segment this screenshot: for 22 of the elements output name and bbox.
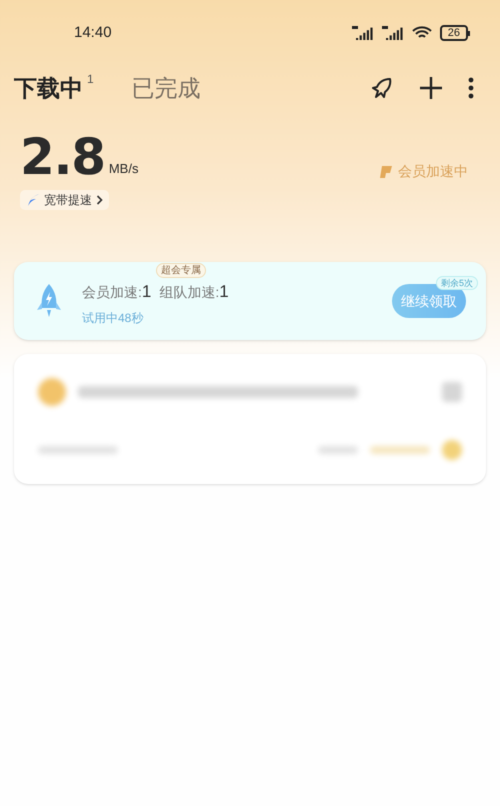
- broadband-boost-link[interactable]: 宽带提速: [20, 190, 109, 210]
- vip-boost-count: 1: [142, 281, 152, 304]
- add-icon[interactable]: [420, 77, 442, 99]
- chevron-right-icon: [96, 195, 103, 205]
- trial-countdown: 试用中48秒: [82, 310, 144, 327]
- rocket-icon[interactable]: [370, 76, 394, 100]
- vip-boost-label: 会员加速:: [82, 283, 142, 302]
- team-boost-label: 组队加速:: [159, 283, 220, 302]
- team-boost-count: 1: [219, 281, 229, 304]
- vip-boost-status: 会员加速中: [398, 162, 468, 181]
- battery-icon: 26: [440, 25, 470, 41]
- wifi-icon: [412, 26, 432, 40]
- vip-logo-icon: [380, 166, 394, 178]
- status-time: 14:40: [74, 22, 112, 43]
- tab[interactable]: 已完成: [132, 68, 201, 108]
- signal-icon: [352, 26, 374, 40]
- exclusive-tag: 超会专属: [156, 263, 206, 278]
- signal-icon: [382, 26, 404, 40]
- more-icon[interactable]: [468, 77, 474, 99]
- speed-unit: MB/s: [108, 160, 138, 178]
- remaining-badge: 剩余5次: [436, 276, 478, 290]
- download-speed: 2.8: [20, 132, 105, 182]
